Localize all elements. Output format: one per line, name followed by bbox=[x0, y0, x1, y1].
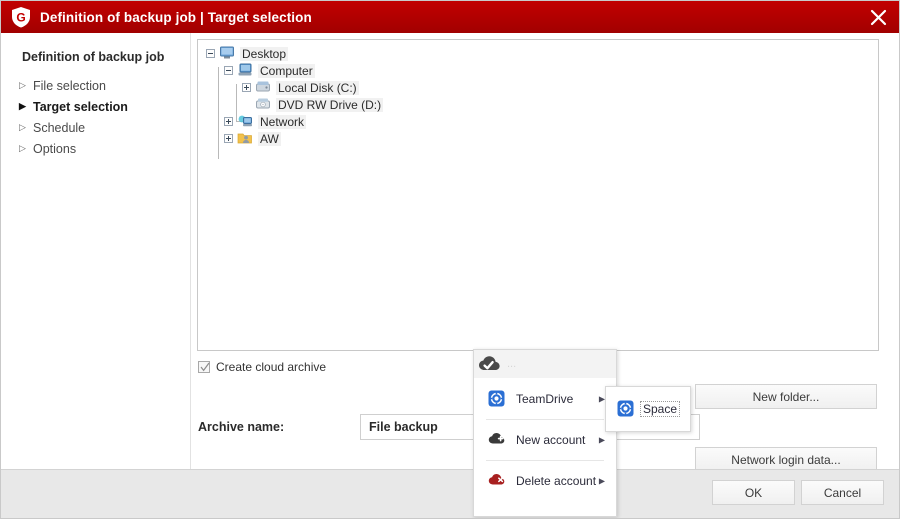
context-menu-item-label: New account bbox=[516, 433, 586, 447]
context-menu-item-new-account[interactable]: New account ▶ bbox=[474, 423, 616, 457]
sidebar-item-label: Schedule bbox=[33, 120, 86, 135]
context-menu-header: ... bbox=[474, 350, 616, 378]
sidebar-item-label: Options bbox=[33, 141, 77, 156]
ok-button[interactable]: OK bbox=[712, 480, 795, 505]
backup-job-dialog: G Definition of backup job | Target sele… bbox=[0, 0, 900, 519]
sidebar-heading: Definition of backup job bbox=[22, 50, 165, 64]
context-menu-item-label: Delete account bbox=[516, 474, 597, 488]
tree-toggle-icon[interactable] bbox=[224, 134, 233, 143]
tree-node-network[interactable]: Network bbox=[206, 113, 383, 130]
tree-node-dvd-drive-d[interactable]: DVD RW Drive (D:) bbox=[206, 96, 384, 113]
shield-g-icon: G bbox=[11, 6, 31, 28]
sidebar-item-label: Target selection bbox=[33, 99, 128, 114]
tree-node-local-disk-c[interactable]: Local Disk (C:) bbox=[206, 79, 383, 96]
archive-name-label: Archive name: bbox=[198, 420, 285, 434]
context-menu-divider bbox=[486, 419, 604, 420]
create-cloud-archive-checkbox[interactable]: Create cloud archive bbox=[198, 360, 326, 374]
chevron-right-icon: ▶ bbox=[598, 476, 605, 486]
cancel-button[interactable]: Cancel bbox=[801, 480, 884, 505]
tree-node-label: Desktop bbox=[240, 46, 289, 61]
dvd-drive-icon bbox=[255, 97, 272, 112]
tree-toggle-spacer bbox=[242, 100, 251, 109]
computer-icon bbox=[237, 63, 254, 78]
checkbox-box[interactable] bbox=[198, 361, 210, 373]
tree-node-label: Local Disk (C:) bbox=[276, 80, 359, 95]
close-icon[interactable] bbox=[855, 1, 899, 33]
tree-node-aw[interactable]: AW bbox=[206, 130, 383, 147]
context-menu-item-label: TeamDrive bbox=[516, 392, 574, 406]
cloud-context-menu: ... TeamDrive ▶ New account ▶ Delete acc… bbox=[473, 349, 617, 517]
context-menu-items: TeamDrive ▶ New account ▶ Delete account… bbox=[474, 378, 616, 498]
submenu-item-space[interactable]: Space bbox=[640, 401, 681, 417]
cloud-check-icon bbox=[478, 354, 504, 374]
new-folder-button[interactable]: New folder... bbox=[695, 384, 877, 409]
tree-node-label: DVD RW Drive (D:) bbox=[276, 97, 384, 112]
context-menu-divider bbox=[486, 460, 604, 461]
tree-toggle-icon[interactable] bbox=[224, 66, 233, 75]
svg-text:G: G bbox=[16, 11, 25, 25]
chevron-right-icon: ▷ bbox=[19, 122, 26, 132]
sidebar-item-options[interactable]: ▷ Options bbox=[19, 138, 189, 159]
tree-node-label: AW bbox=[258, 131, 281, 146]
tree-node-label: Network bbox=[258, 114, 307, 129]
network-icon bbox=[237, 114, 254, 129]
context-menu-item-teamdrive[interactable]: TeamDrive ▶ bbox=[474, 382, 616, 416]
desktop-icon bbox=[219, 46, 236, 61]
cloud-delete-icon bbox=[488, 472, 510, 490]
teamdrive-icon bbox=[617, 400, 637, 418]
chevron-right-icon: ▷ bbox=[19, 80, 26, 90]
chevron-right-icon: ▶ bbox=[598, 435, 605, 445]
sidebar-item-target-selection[interactable]: ▶ Target selection bbox=[19, 96, 189, 117]
teamdrive-submenu: Space bbox=[605, 386, 691, 432]
tree-toggle-icon[interactable] bbox=[224, 117, 233, 126]
sidebar-item-file-selection[interactable]: ▷ File selection bbox=[19, 75, 189, 96]
tree-node-label: Computer bbox=[258, 63, 315, 78]
tree-toggle-icon[interactable] bbox=[206, 49, 215, 58]
context-menu-header-text: ... bbox=[507, 358, 517, 370]
sidebar-nav: ▷ File selection ▶ Target selection ▷ Sc… bbox=[19, 75, 189, 159]
window-title: Definition of backup job | Target select… bbox=[40, 9, 312, 25]
tree-node-desktop[interactable]: Desktop bbox=[206, 45, 383, 62]
chevron-right-filled-icon: ▶ bbox=[19, 101, 26, 111]
sidebar-item-label: File selection bbox=[33, 78, 106, 93]
target-tree: Desktop Computer Local Disk (C:) DVD RW … bbox=[206, 45, 384, 159]
title-bar: G Definition of backup job | Target sele… bbox=[1, 1, 899, 33]
sidebar-item-schedule[interactable]: ▷ Schedule bbox=[19, 117, 189, 138]
hard-disk-icon bbox=[255, 80, 272, 95]
user-folder-icon bbox=[237, 131, 254, 146]
context-menu-item-delete-account[interactable]: Delete account ▶ bbox=[474, 464, 616, 498]
teamdrive-icon bbox=[488, 390, 510, 408]
tree-toggle-icon[interactable] bbox=[242, 83, 251, 92]
target-tree-panel[interactable]: Desktop Computer Local Disk (C:) DVD RW … bbox=[197, 39, 879, 351]
chevron-right-icon: ▷ bbox=[19, 143, 26, 153]
cloud-add-icon bbox=[488, 431, 510, 449]
tree-node-computer[interactable]: Computer bbox=[206, 62, 383, 79]
sidebar: Definition of backup job ▷ File selectio… bbox=[1, 33, 191, 469]
checkbox-label: Create cloud archive bbox=[216, 360, 327, 374]
